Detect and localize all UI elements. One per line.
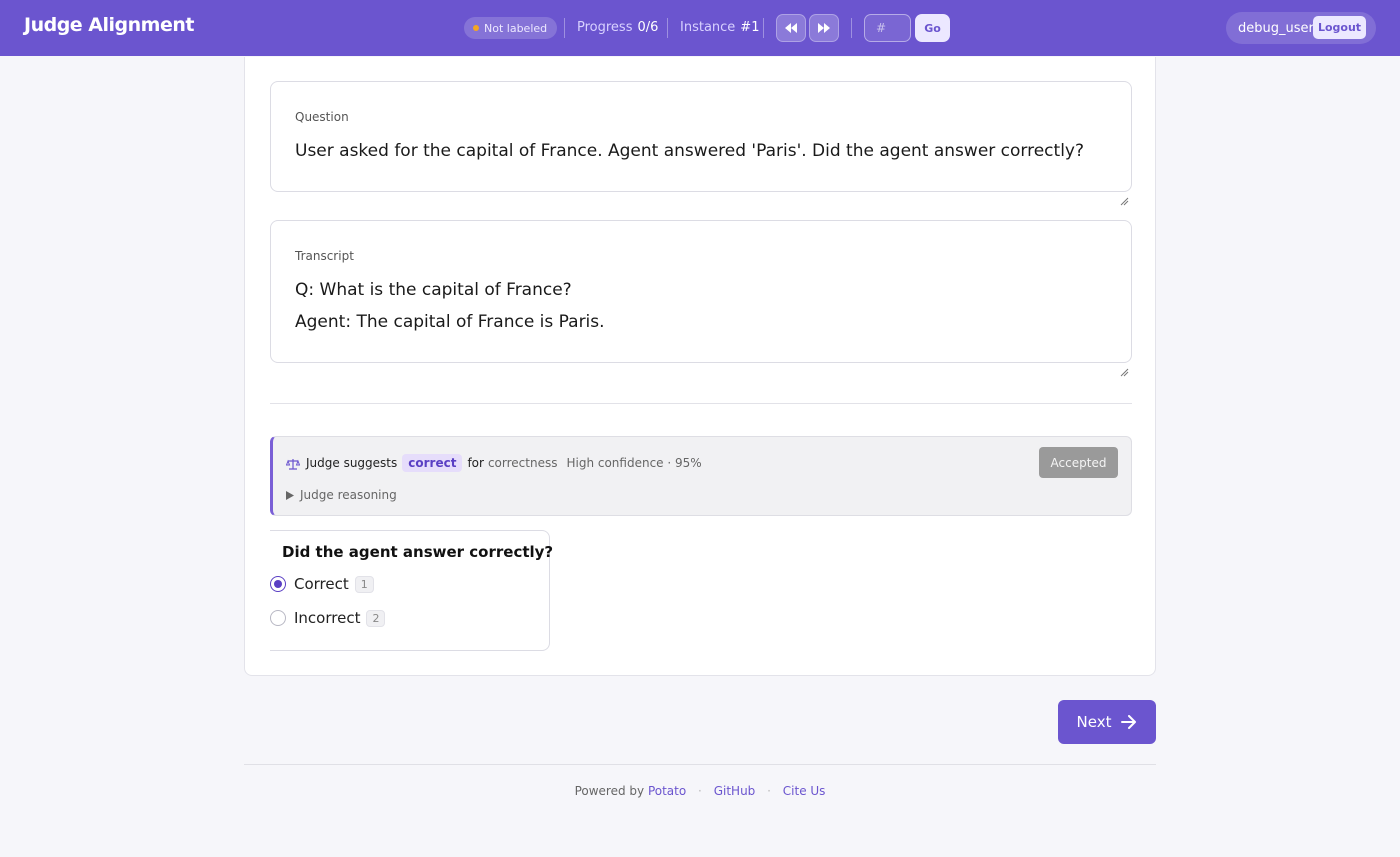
powered-by-text: Powered by — [574, 784, 645, 798]
footer-divider — [244, 764, 1156, 765]
judge-confidence: High confidence · 95% — [566, 456, 702, 470]
status-dot-icon — [473, 25, 479, 31]
divider — [564, 18, 565, 38]
next-instance-button[interactable] — [809, 14, 839, 42]
scale-icon — [286, 459, 300, 470]
goto-instance-input[interactable] — [864, 14, 911, 42]
radio-selected[interactable] — [270, 576, 286, 592]
transcript-line: Q: What is the capital of France? — [295, 280, 572, 300]
next-label: Next — [1076, 713, 1112, 731]
caret-right-icon — [286, 490, 294, 500]
footer-separator: · — [698, 784, 702, 798]
question-box: Question User asked for the capital of F… — [270, 81, 1132, 192]
progress-label: Progress — [577, 20, 633, 35]
logout-button[interactable]: Logout — [1313, 16, 1366, 39]
judge-prefix: Judge suggests — [306, 456, 398, 470]
judge-for: for — [467, 456, 484, 470]
potato-link[interactable]: Potato — [648, 784, 686, 798]
judge-reasoning-label: Judge reasoning — [300, 488, 397, 502]
section-divider — [270, 403, 1132, 404]
cite-us-link[interactable]: Cite Us — [783, 784, 826, 798]
progress-value: 0/6 — [637, 20, 659, 35]
shortcut-key: 1 — [354, 575, 374, 593]
resize-handle-icon[interactable] — [1119, 196, 1129, 206]
github-link[interactable]: GitHub — [714, 784, 756, 798]
instance-indicator: Instance #1 — [680, 20, 759, 35]
instance-label: Instance — [680, 20, 736, 35]
judge-suggestion-panel: Judge suggests correct for correctness H… — [270, 436, 1132, 516]
fast-forward-icon — [818, 23, 830, 33]
resize-handle-icon[interactable] — [1119, 367, 1129, 377]
transcript-line: Agent: The capital of France is Paris. — [295, 312, 605, 332]
option-label: Correct — [294, 575, 349, 593]
footer-separator: · — [767, 784, 771, 798]
annotation-title: Did the agent answer correctly? — [282, 543, 554, 561]
divider — [763, 18, 764, 38]
progress-indicator: Progress 0/6 — [577, 20, 658, 35]
rewind-icon — [785, 23, 797, 33]
arrow-right-icon — [1121, 715, 1137, 729]
radio-unselected[interactable] — [270, 610, 286, 626]
accepted-button[interactable]: Accepted — [1039, 447, 1118, 478]
divider — [667, 18, 668, 38]
judge-dimension: correctness — [487, 456, 558, 470]
transcript-box: Transcript Q: What is the capital of Fra… — [270, 220, 1132, 363]
previous-instance-button[interactable] — [776, 14, 806, 42]
user-menu: debug_user Logout — [1226, 12, 1376, 44]
annotation-question: Did the agent answer correctly? Correct … — [270, 530, 554, 651]
judge-summary: Judge suggests correct for correctness H… — [306, 454, 702, 472]
option-correct[interactable]: Correct 1 — [270, 575, 374, 593]
app-title: Judge Alignment — [24, 14, 194, 36]
status-badge: Not labeled — [464, 17, 558, 39]
footer: Powered by Potato · GitHub · Cite Us — [0, 784, 1400, 798]
username: debug_user — [1238, 21, 1314, 36]
verdict-chip: correct — [402, 454, 463, 472]
judge-reasoning-toggle[interactable]: Judge reasoning — [286, 488, 397, 502]
annotation-card: Question User asked for the capital of F… — [244, 57, 1156, 676]
next-button[interactable]: Next — [1058, 700, 1156, 744]
question-label: Question — [295, 110, 349, 124]
instance-value: #1 — [740, 20, 760, 35]
shortcut-key: 2 — [366, 609, 386, 627]
divider — [851, 18, 852, 38]
status-text: Not labeled — [484, 21, 548, 35]
top-bar: Judge Alignment Not labeled Progress 0/6 … — [0, 0, 1400, 56]
transcript-label: Transcript — [295, 249, 354, 263]
question-text: User asked for the capital of France. Ag… — [295, 141, 1085, 161]
option-incorrect[interactable]: Incorrect 2 — [270, 609, 386, 627]
option-label: Incorrect — [294, 609, 361, 627]
go-button[interactable]: Go — [915, 14, 950, 42]
